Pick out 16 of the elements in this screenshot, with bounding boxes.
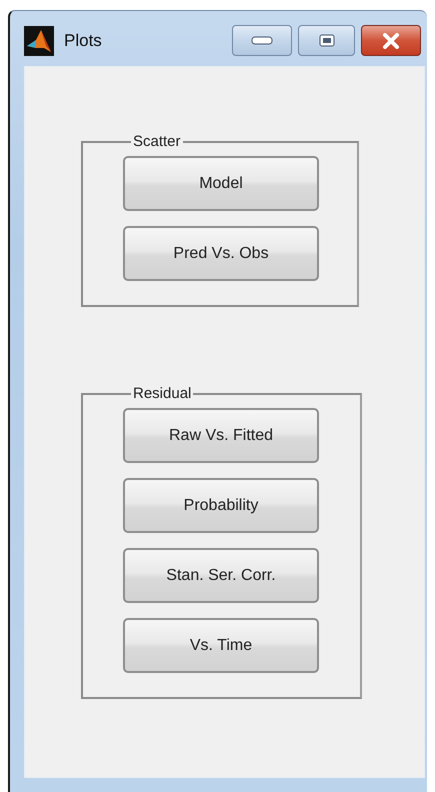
plot-button[interactable]: Probability bbox=[123, 478, 319, 533]
app-icon bbox=[24, 26, 54, 56]
plot-button[interactable]: Pred Vs. Obs bbox=[123, 226, 319, 281]
group-label: Residual bbox=[132, 385, 192, 402]
plot-button[interactable]: Vs. Time bbox=[123, 618, 319, 673]
window-title: Plots bbox=[64, 30, 103, 50]
plot-button[interactable]: Stan. Ser. Corr. bbox=[123, 548, 319, 603]
group-label: Scatter bbox=[132, 133, 182, 150]
plot-button[interactable]: Model bbox=[123, 156, 319, 211]
maximize-icon bbox=[318, 34, 334, 47]
minimize-button[interactable] bbox=[232, 25, 292, 56]
close-button[interactable] bbox=[361, 25, 421, 56]
close-icon bbox=[382, 32, 400, 48]
maximize-button[interactable] bbox=[298, 25, 355, 56]
minimize-icon bbox=[251, 36, 273, 45]
plot-button[interactable]: Raw Vs. Fitted bbox=[123, 408, 319, 463]
